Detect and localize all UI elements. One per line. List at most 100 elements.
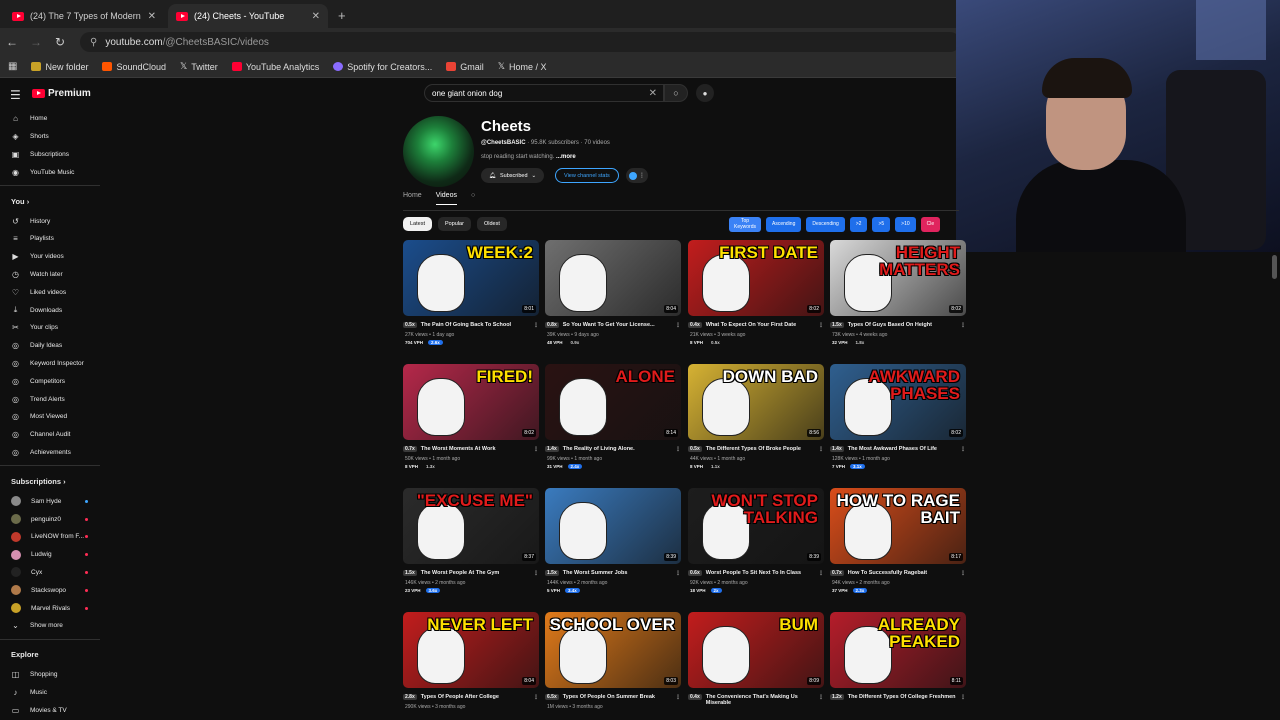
bookmark-youtube-analytics[interactable]: YouTube Analytics [231,62,319,72]
sidebar-item-your-videos[interactable]: ▶ Your videos [0,248,100,266]
subscription-penguinz0[interactable]: penguinz0 [0,510,100,528]
close-tab-icon[interactable]: ✕ [148,11,156,22]
sidebar-item-achievements[interactable]: ◎ Achievements [0,444,100,462]
more-options-icon[interactable]: ⋮ [533,570,539,577]
filter-2x-button[interactable]: >2 [849,217,868,232]
video-title[interactable]: Types Of People After College [421,694,499,700]
video-thumbnail[interactable]: SCHOOL OVER 8:03 [545,612,681,688]
video-card[interactable]: DOWN BAD 8:56 0.5x The Different Types Of B… [688,364,824,469]
url-field[interactable]: ⚲ youtube.com/@CheetsBASIC/videos [80,32,960,52]
apps-grid-icon[interactable]: ▦ [8,61,17,72]
video-title-row[interactable]: 1.5x The Worst Summer Jobs ⋮ [545,570,681,577]
bookmark-soundcloud[interactable]: SoundCloud [102,62,166,72]
subscription-cyx[interactable]: Cyx [0,564,100,582]
sidebar-item-playlists[interactable]: ≡ Playlists [0,230,100,248]
subscription-sam-hyde[interactable]: Sam Hyde [0,492,100,510]
view-channel-stats-button[interactable]: View channel stats [555,168,619,183]
sidebar-item-music[interactable]: ♪ Music [0,684,100,702]
video-title-row[interactable]: 1.4x The Most Awkward Phases Of Life ⋮ [830,446,966,453]
video-card[interactable]: 8:04 0.8x So You Want To Get Your License.… [545,240,681,345]
video-title-row[interactable]: 1.4x The Reality of Living Alone. ⋮ [545,446,681,453]
filter-10x-button[interactable]: >10 [895,217,916,232]
video-card[interactable]: ALONE 8:14 1.4x The Reality of Living Alone… [545,364,681,469]
more-options-icon[interactable]: ⋮ [675,694,681,701]
search-button[interactable]: ○ [664,84,688,102]
video-thumbnail[interactable]: FIRST DATE 8:02 [688,240,824,316]
ascending-button[interactable]: Ascending [766,217,802,232]
close-tab-icon[interactable]: ✕ [312,11,320,22]
sidebar-item-movies-tv[interactable]: ▭ Movies & TV [0,701,100,719]
video-title-row[interactable]: 1.5x Types Of Guys Based On Height ⋮ [830,322,966,329]
video-title[interactable]: How To Successfully Ragebait [848,570,927,576]
clear-button[interactable]: Cle [920,217,941,232]
bookmark-new-folder[interactable]: New folder [31,62,88,72]
new-tab-icon[interactable]: + [338,8,346,23]
sidebar-item-liked-videos[interactable]: ♡ Liked videos [0,283,100,301]
search-input[interactable]: one giant onion dog ✕ [424,84,664,102]
video-card[interactable]: HEIGHT MATTERS 8:02 1.5x Types Of Guys Base… [830,240,966,345]
video-card[interactable]: WEEK:2 8:01 0.5x The Pain Of Going Back To … [403,240,539,345]
tab-videos[interactable]: Videos [435,192,457,205]
subscription-livenow-from-f[interactable]: LiveNOW from F... [0,528,100,546]
video-title-row[interactable]: 0.6x Worst People To Sit Next To In Class… [688,570,824,577]
back-icon[interactable]: ← [0,35,24,49]
sidebar-item-daily-ideas[interactable]: ◎ Daily Ideas [0,337,100,355]
channel-avatar[interactable] [403,116,474,187]
video-title[interactable]: The Reality of Living Alone. [563,446,635,452]
sidebar-item-channel-audit[interactable]: ◎ Channel Audit [0,426,100,444]
sidebar-item-watch-later[interactable]: ◷ Watch later [0,266,100,284]
video-thumbnail[interactable]: ALREADY PEAKED 8:11 [830,612,966,688]
extension-menu-button[interactable]: ⋮ [626,168,648,183]
video-title-row[interactable]: 0.7x The Worst Moments At Work ⋮ [403,446,539,453]
video-thumbnail[interactable]: DOWN BAD 8:56 [688,364,824,440]
menu-icon[interactable]: ☰ [10,88,21,102]
video-title[interactable]: The Most Awkward Phases Of Life [848,446,937,452]
video-card[interactable]: NEVER LEFT 8:04 2.8x Types Of People After … [403,612,539,710]
forward-icon[interactable]: → [24,35,48,49]
more-options-icon[interactable]: ⋮ [818,694,824,701]
video-thumbnail[interactable]: HEIGHT MATTERS 8:02 [830,240,966,316]
video-title[interactable]: So You Want To Get Your License... [563,322,655,328]
video-card[interactable]: WON'T STOP TALKING 8:39 0.6x Worst People T… [688,488,824,593]
video-title[interactable]: The Convenience That's Making Us Miserab… [706,694,814,706]
video-title[interactable]: The Pain Of Going Back To School [421,322,511,328]
video-title[interactable]: Types Of Guys Based On Height [848,322,932,328]
video-title-row[interactable]: 1.2x The Different Types Of College Fresh… [830,694,966,701]
video-title[interactable]: The Worst Summer Jobs [563,570,628,576]
sidebar-item-shorts[interactable]: ◈ Shorts [0,128,100,146]
video-title-row[interactable]: 0.4x The Convenience That's Making Us Mis… [688,694,824,706]
more-options-icon[interactable]: ⋮ [960,446,966,453]
youtube-logo[interactable]: Premium [32,88,91,99]
bookmark-twitter[interactable]: 𝕏 Twitter [180,61,218,72]
more-options-icon[interactable]: ⋮ [818,446,824,453]
subscription-marvel-rivals[interactable]: Marvel Rivals [0,599,100,617]
more-options-icon[interactable]: ⋮ [960,322,966,329]
more-options-icon[interactable]: ⋮ [533,322,539,329]
sidebar-item-youtube-music[interactable]: ◉ YouTube Music [0,163,100,181]
video-card[interactable]: FIRED! 8:02 0.7x The Worst Moments At Work ⋮… [403,364,539,469]
video-title-row[interactable]: 1.5x The Worst People At The Gym ⋮ [403,570,539,577]
video-thumbnail[interactable]: FIRED! 8:02 [403,364,539,440]
site-info-icon[interactable]: ⚲ [90,37,97,48]
subscription-show-more[interactable]: ⌄ Show more [0,617,100,635]
video-thumbnail[interactable]: ALONE 8:14 [545,364,681,440]
video-title[interactable]: Worst People To Sit Next To In Class [706,570,801,576]
video-title-row[interactable]: 0.8x So You Want To Get Your License... ⋮ [545,322,681,329]
video-title-row[interactable]: 0.5x The Different Types Of Broke People ⋮ [688,446,824,453]
video-card[interactable]: ALREADY PEAKED 8:11 1.2x The Different Type… [830,612,966,701]
video-title[interactable]: What To Expect On Your First Date [706,322,796,328]
descending-button[interactable]: Descending [806,217,845,232]
video-title[interactable]: The Worst Moments At Work [421,446,496,452]
more-options-icon[interactable]: ⋮ [818,322,824,329]
chip-oldest[interactable]: Oldest [476,217,507,231]
video-card[interactable]: FIRST DATE 8:02 0.4x What To Expect On Your… [688,240,824,345]
more-options-icon[interactable]: ⋮ [675,570,681,577]
clear-search-icon[interactable]: ✕ [649,88,657,99]
video-title[interactable]: The Different Types Of College Freshmen [848,694,956,700]
video-card[interactable]: HOW TO RAGE BAIT 8:17 0.7x How To Successfu… [830,488,966,593]
more-link[interactable]: ...more [556,154,576,160]
video-thumbnail[interactable]: WEEK:2 8:01 [403,240,539,316]
sidebar-item-keyword-inspector[interactable]: ◎ Keyword Inspector [0,355,100,373]
video-thumbnail[interactable]: HOW TO RAGE BAIT 8:17 [830,488,966,564]
sidebar-subscriptions-heading[interactable]: Subscriptions › [0,470,100,492]
